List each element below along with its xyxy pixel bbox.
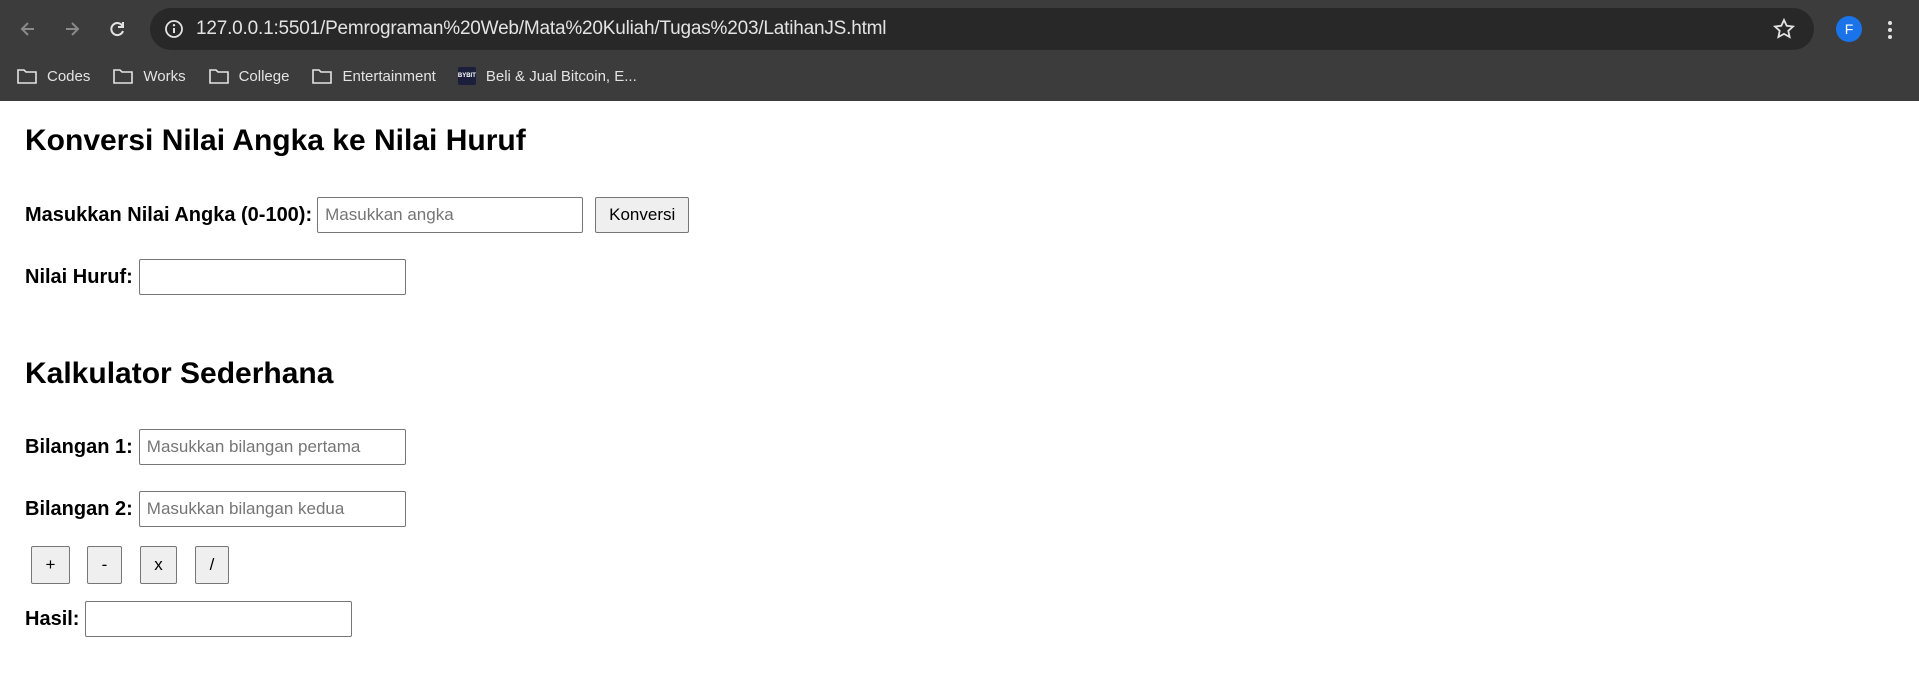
browser-chrome: 127.0.0.1:5501/Pemrograman%20Web/Mata%20…: [0, 0, 1919, 101]
number2-input[interactable]: [138, 491, 406, 527]
converter-result-row: Nilai Huruf:: [25, 259, 406, 295]
calc-result-field[interactable]: [85, 601, 353, 637]
reload-icon: [110, 22, 124, 37]
grade-result-label: Nilai Huruf:: [25, 265, 133, 288]
converter-title: Konversi Nilai Angka ke Nilai Huruf: [25, 124, 526, 157]
bookmark-bybit[interactable]: BYBIT Beli & Jual Bitcoin, E...: [457, 67, 637, 85]
score-input[interactable]: [317, 197, 584, 233]
profile-avatar[interactable]: F: [1836, 16, 1862, 42]
bookmark-label: Entertainment: [342, 67, 436, 85]
calc-result-row: Hasil:: [25, 601, 353, 637]
folder-icon: [312, 69, 333, 84]
number2-row: Bilangan 2:: [25, 491, 406, 527]
bookmark-codes[interactable]: Codes: [16, 67, 90, 85]
folder-icon: [113, 69, 134, 84]
bookmark-star-icon[interactable]: [1772, 17, 1796, 41]
operator-buttons: + - x /: [31, 546, 229, 584]
folder-icon: [17, 69, 37, 84]
number1-row: Bilangan 1:: [25, 429, 406, 465]
folder-icon: [208, 69, 229, 84]
browser-toolbar: 127.0.0.1:5501/Pemrograman%20Web/Mata%20…: [0, 0, 1919, 58]
multiply-button[interactable]: x: [140, 546, 177, 584]
back-button[interactable]: [12, 13, 44, 45]
bookmark-label: Codes: [47, 67, 91, 85]
number1-label: Bilangan 1:: [25, 435, 133, 458]
add-button[interactable]: +: [31, 546, 70, 584]
forward-button[interactable]: [56, 13, 88, 45]
bookmark-college[interactable]: College: [208, 67, 290, 85]
subtract-button[interactable]: -: [87, 546, 122, 584]
bybit-favicon: BYBIT: [457, 67, 476, 85]
bookmark-works[interactable]: Works: [112, 67, 186, 85]
divide-button[interactable]: /: [195, 546, 229, 584]
arrow-right-icon: [66, 22, 80, 36]
calc-result-label: Hasil:: [25, 607, 80, 630]
bookmark-entertainment[interactable]: Entertainment: [311, 67, 436, 85]
grade-result-field[interactable]: [138, 259, 406, 295]
number2-label: Bilangan 2:: [25, 497, 133, 520]
page-content: Konversi Nilai Angka ke Nilai Huruf Masu…: [0, 101, 1919, 675]
calculator-title: Kalkulator Sederhana: [25, 357, 334, 390]
bookmark-label: College: [238, 67, 290, 85]
bookmark-label: Beli & Jual Bitcoin, E...: [485, 67, 637, 85]
reload-button[interactable]: [101, 13, 133, 45]
menu-dots-icon[interactable]: [1880, 18, 1900, 42]
bookmarks-bar: Codes Works College Entertainment BYBIT …: [0, 58, 1919, 94]
bookmark-label: Works: [143, 67, 186, 85]
score-input-label: Masukkan Nilai Angka (0-100):: [25, 203, 313, 226]
arrow-left-icon: [20, 22, 34, 36]
site-info-icon[interactable]: [162, 17, 186, 41]
number1-input[interactable]: [138, 429, 406, 465]
converter-input-row: Masukkan Nilai Angka (0-100): Konversi: [25, 197, 690, 233]
url-text: 127.0.0.1:5501/Pemrograman%20Web/Mata%20…: [196, 18, 887, 39]
convert-button[interactable]: Konversi: [595, 197, 690, 233]
address-bar[interactable]: 127.0.0.1:5501/Pemrograman%20Web/Mata%20…: [150, 8, 1814, 50]
